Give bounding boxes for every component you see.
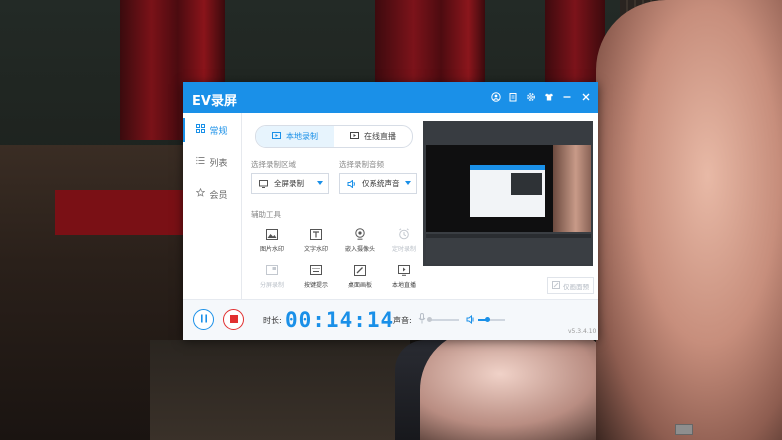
tab-local-record[interactable]: 本地录制: [256, 126, 334, 147]
recording-timer: 00:14:14: [285, 308, 395, 332]
tab-label: 在线直播: [364, 132, 396, 141]
gear-icon[interactable]: [524, 90, 538, 104]
control-bar: 时长: 00:14:14 声音: v5.3.4.10: [183, 299, 598, 340]
pause-button[interactable]: [193, 309, 214, 330]
tool-label: 定时录制: [391, 246, 416, 253]
slider-knob[interactable]: [427, 317, 432, 322]
tool-image-watermark[interactable]: 图片水印: [250, 227, 294, 257]
main-panel: 本地录制 在线直播 选择录制区域 全屏录制 选择录制音频 仅系统声音 辅助工具 …: [242, 113, 598, 299]
image-icon: [265, 227, 279, 241]
microphone-icon[interactable]: [418, 313, 426, 327]
split-screen-icon: [265, 263, 279, 277]
monitor-icon: [259, 179, 268, 188]
stop-button[interactable]: [223, 309, 244, 330]
tool-label: 桌面画板: [347, 282, 372, 289]
title-bar[interactable]: EV录屏: [183, 82, 598, 113]
tool-label: 嵌入摄像头: [344, 246, 375, 253]
tool-label: 文字水印: [303, 246, 328, 253]
tools-label: 辅助工具: [251, 210, 281, 219]
area-value: 全屏录制: [274, 179, 304, 188]
tool-embed-camera[interactable]: 嵌入摄像头: [338, 227, 382, 257]
sidebar-item-general[interactable]: 常规: [183, 115, 241, 145]
tool-label: 分屏录制: [259, 282, 284, 289]
grid-icon: [196, 124, 206, 136]
audio-label: 选择录制音频: [339, 160, 384, 169]
preview-taskbar: [426, 234, 591, 238]
tab-online-live[interactable]: 在线直播: [334, 126, 412, 147]
preview-window-thumbnail: [511, 173, 542, 195]
chevron-down-icon: [405, 181, 411, 185]
speaker-icon: [347, 179, 356, 188]
area-label: 选择录制区域: [251, 160, 296, 169]
sidebar: 常规 列表 会员: [183, 113, 242, 299]
preview-frame: [553, 145, 591, 232]
tool-label: 按键提示: [303, 282, 328, 289]
star-icon: [196, 187, 206, 200]
list-icon: [196, 156, 205, 168]
record-screen-icon: [272, 131, 281, 142]
close-icon[interactable]: [579, 90, 593, 104]
sidebar-item-label: 常规: [209, 126, 228, 137]
preview-area: [423, 121, 593, 266]
sidebar-item-member[interactable]: 会员: [183, 179, 241, 209]
tool-text-watermark[interactable]: 文字水印: [294, 227, 338, 257]
sidebar-item-list[interactable]: 列表: [183, 147, 241, 177]
speaker-volume-slider[interactable]: [478, 317, 505, 322]
stop-icon: [229, 313, 238, 326]
preview-window-thumbnail: [470, 165, 545, 217]
version-text: v5.3.4.10: [568, 328, 597, 335]
app-title: EV录屏: [192, 94, 237, 109]
scene-figure: [596, 0, 782, 440]
pause-icon: [200, 313, 208, 326]
scene-cushion: [55, 190, 185, 235]
alarm-icon: [397, 227, 411, 241]
tool-key-hint[interactable]: 按键提示: [294, 263, 338, 293]
sidebar-item-label: 会员: [209, 190, 228, 201]
monitor-play-icon: [397, 263, 411, 277]
duration-label: 时长:: [263, 316, 282, 325]
audio-select[interactable]: 仅系统声音: [339, 173, 417, 194]
tool-label: 本地直播: [391, 282, 416, 289]
volume-label: 声音:: [393, 316, 412, 325]
microphone-volume-slider[interactable]: [427, 317, 459, 322]
camera-icon: [353, 227, 367, 241]
scene-floor: [150, 340, 410, 440]
scene-tag: [675, 424, 693, 435]
chevron-down-icon: [317, 181, 323, 185]
preview-only-label: 仅画面预: [563, 282, 589, 291]
speaker-icon[interactable]: [466, 314, 475, 327]
user-icon[interactable]: [489, 90, 503, 104]
ev-recorder-window: EV录屏 常规 列表 会员 本地录制 在线直播 选择录制区域 全屏录制 选择录制…: [183, 82, 598, 340]
tool-desktop-board[interactable]: 桌面画板: [338, 263, 382, 293]
slider-knob[interactable]: [485, 317, 490, 322]
minimize-icon[interactable]: [560, 90, 574, 104]
tool-label: 图片水印: [259, 246, 284, 253]
play-screen-icon: [350, 131, 359, 142]
preview-only-button[interactable]: 仅画面预: [547, 277, 594, 294]
text-icon: [309, 227, 323, 241]
scene-figure: [420, 330, 620, 440]
tool-local-live[interactable]: 本地直播: [382, 263, 426, 293]
pen-board-icon: [353, 263, 367, 277]
tool-split-screen[interactable]: 分屏录制: [250, 263, 294, 293]
clipboard-icon[interactable]: [506, 90, 520, 104]
tab-label: 本地录制: [286, 132, 318, 141]
keyboard-icon: [309, 263, 323, 277]
area-select[interactable]: 全屏录制: [251, 173, 329, 194]
tool-timed-record[interactable]: 定时录制: [382, 227, 426, 257]
skin-icon[interactable]: [542, 90, 556, 104]
sidebar-item-label: 列表: [209, 158, 228, 169]
edit-icon: [552, 280, 560, 291]
mode-tabs: 本地录制 在线直播: [255, 125, 413, 148]
audio-value: 仅系统声音: [362, 179, 400, 188]
